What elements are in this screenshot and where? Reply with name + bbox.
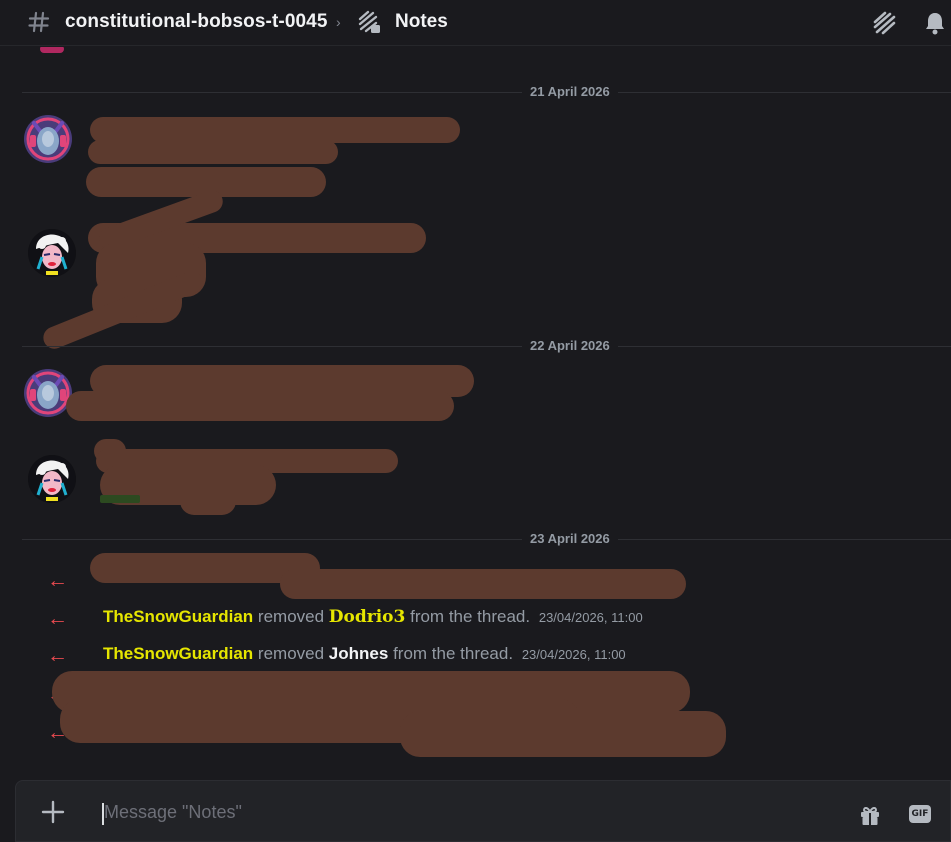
redacted-fragment bbox=[40, 47, 64, 53]
bell-icon[interactable] bbox=[923, 10, 947, 36]
redacted-message bbox=[280, 569, 686, 599]
date-divider: 22 April 2026 bbox=[22, 338, 951, 354]
message-composer: GIF bbox=[15, 780, 951, 842]
actor-name[interactable]: TheSnowGuardian bbox=[103, 607, 253, 626]
message-input[interactable] bbox=[104, 797, 824, 827]
hash-icon bbox=[28, 11, 50, 33]
add-attachment-button[interactable] bbox=[40, 799, 66, 825]
leave-arrow-icon: ← bbox=[47, 644, 68, 667]
redacted-message bbox=[180, 487, 236, 515]
redacted-fragment bbox=[100, 495, 140, 503]
avatar[interactable] bbox=[24, 115, 72, 163]
breadcrumb-separator: › bbox=[336, 14, 341, 30]
message-list[interactable]: 21 April 2026 22 April 2026 23 April 202… bbox=[0, 47, 951, 775]
timestamp: 23/04/2026, 11:00 bbox=[521, 647, 626, 662]
system-message-row: ← TheSnowGuardian removed Johnes from th… bbox=[0, 642, 951, 670]
target-name[interactable]: Dodrio3 bbox=[329, 607, 406, 627]
thread-icon bbox=[358, 10, 380, 33]
date-divider-label: 23 April 2026 bbox=[522, 531, 618, 546]
date-divider: 23 April 2026 bbox=[22, 531, 951, 547]
gif-button[interactable]: GIF bbox=[909, 805, 931, 823]
gift-icon[interactable] bbox=[858, 803, 882, 827]
date-divider-label: 22 April 2026 bbox=[522, 338, 618, 353]
date-divider-label: 21 April 2026 bbox=[522, 84, 618, 99]
leave-arrow-icon: ← bbox=[47, 607, 68, 630]
avatar[interactable] bbox=[28, 455, 76, 503]
redacted-message bbox=[400, 711, 726, 757]
avatar[interactable] bbox=[28, 229, 76, 277]
actor-name[interactable]: TheSnowGuardian bbox=[103, 644, 253, 663]
avatar[interactable] bbox=[24, 369, 72, 417]
system-message-text: TheSnowGuardian removed Dodrio3 from the… bbox=[103, 607, 643, 627]
date-divider: 21 April 2026 bbox=[22, 84, 951, 100]
leave-arrow-icon: ← bbox=[47, 569, 68, 592]
redacted-message bbox=[88, 140, 338, 164]
thread-name[interactable]: Notes bbox=[395, 11, 448, 33]
timestamp: 23/04/2026, 11:00 bbox=[538, 610, 643, 625]
redacted-message bbox=[66, 391, 454, 421]
target-name[interactable]: Johnes bbox=[329, 644, 389, 663]
system-message-row: ← TheSnowGuardian removed Dodrio3 from t… bbox=[0, 605, 951, 633]
channel-header: constitutional-bobsos-t-0045 › Notes bbox=[0, 0, 951, 46]
system-message-text: TheSnowGuardian removed Johnes from the … bbox=[103, 644, 626, 663]
channel-name[interactable]: constitutional-bobsos-t-0045 bbox=[65, 11, 327, 33]
threads-icon[interactable] bbox=[872, 10, 898, 36]
